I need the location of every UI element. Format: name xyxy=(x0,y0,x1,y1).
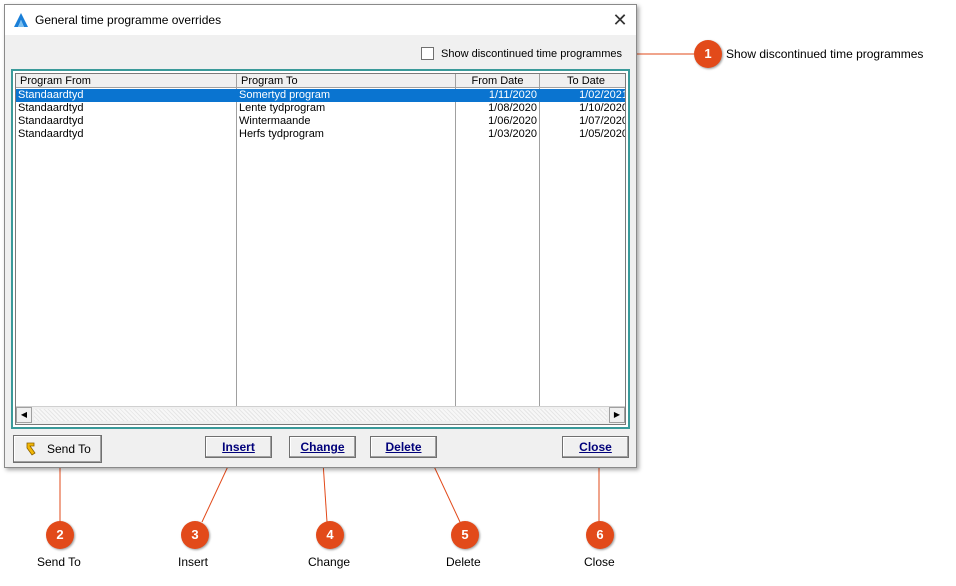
cell-program-to: Herfs tydprogram xyxy=(239,128,324,140)
col-header-program-to[interactable]: Program To xyxy=(237,74,456,88)
callout-badge-1: 1 xyxy=(694,40,722,68)
change-button[interactable]: Change xyxy=(289,436,356,458)
cell-from-date: 1/03/2020 xyxy=(488,128,537,140)
table-row[interactable]: Standaardtyd Wintermaande 1/06/2020 1/07… xyxy=(16,115,626,128)
overrides-dialog: General time programme overrides ✕ Show … xyxy=(4,4,637,468)
cell-to-date: 1/02/2021 xyxy=(579,89,626,101)
scroll-right-icon[interactable]: ▶ xyxy=(609,407,625,423)
horizontal-scrollbar[interactable]: ◀ ▶ xyxy=(16,406,625,424)
window-title: General time programme overrides xyxy=(35,13,222,27)
callout-label-2: Send To xyxy=(37,555,81,569)
close-button[interactable]: Close xyxy=(562,436,629,458)
table-row[interactable]: Standaardtyd Lente tydprogram 1/08/2020 … xyxy=(16,102,626,115)
callout-label-4: Change xyxy=(308,555,351,569)
cell-program-to: Somertyd program xyxy=(239,89,331,101)
cell-to-date: 1/05/2020 xyxy=(579,128,626,140)
delete-button[interactable]: Delete xyxy=(370,436,437,458)
insert-button[interactable]: Insert xyxy=(205,436,272,458)
cell-program-from: Standaardtyd xyxy=(18,115,84,127)
cell-from-date: 1/06/2020 xyxy=(488,115,537,127)
cell-to-date: 1/10/2020 xyxy=(579,102,626,114)
show-discontinued-label: Show discontinued time programmes xyxy=(441,47,622,60)
cell-from-date: 1/08/2020 xyxy=(488,102,537,114)
send-to-button[interactable]: Send To xyxy=(13,435,102,463)
col-header-from-date[interactable]: From Date xyxy=(456,74,540,88)
title-bar: General time programme overrides ✕ xyxy=(5,5,636,35)
close-window-icon[interactable]: ✕ xyxy=(609,9,631,31)
col-header-program-from[interactable]: Program From xyxy=(16,74,237,88)
scroll-left-icon[interactable]: ◀ xyxy=(16,407,32,423)
cell-program-from: Standaardtyd xyxy=(18,102,84,114)
app-logo-icon xyxy=(14,13,28,27)
callout-label-1: Show discontinued time programmes xyxy=(726,47,924,61)
scroll-track[interactable] xyxy=(34,409,607,421)
cell-to-date: 1/07/2020 xyxy=(579,115,626,127)
callout-badge-5: 5 xyxy=(451,521,479,549)
send-arrow-icon xyxy=(26,442,36,456)
callout-label-5: Delete xyxy=(446,555,481,569)
cell-program-from: Standaardtyd xyxy=(18,89,84,101)
callout-badge-3: 3 xyxy=(181,521,209,549)
show-discontinued-checkbox[interactable] xyxy=(421,47,434,60)
send-to-label: Send To xyxy=(47,442,91,456)
overrides-table: Program From Program To From Date To Dat… xyxy=(11,69,630,429)
callout-badge-2: 2 xyxy=(46,521,74,549)
callout-badge-4: 4 xyxy=(316,521,344,549)
show-discontinued-option[interactable]: Show discontinued time programmes xyxy=(421,47,622,60)
cell-program-to: Wintermaande xyxy=(239,115,311,127)
cell-program-from: Standaardtyd xyxy=(18,128,84,140)
callout-label-3: Insert xyxy=(178,555,209,569)
callout-badge-6: 6 xyxy=(586,521,614,549)
table-row[interactable]: Standaardtyd Herfs tydprogram 1/03/2020 … xyxy=(16,128,626,141)
callout-label-6: Close xyxy=(584,555,615,569)
col-header-to-date[interactable]: To Date xyxy=(540,74,625,88)
table-row[interactable]: Standaardtyd Somertyd program 1/11/2020 … xyxy=(16,89,626,102)
cell-program-to: Lente tydprogram xyxy=(239,102,326,114)
cell-from-date: 1/11/2020 xyxy=(488,89,537,101)
